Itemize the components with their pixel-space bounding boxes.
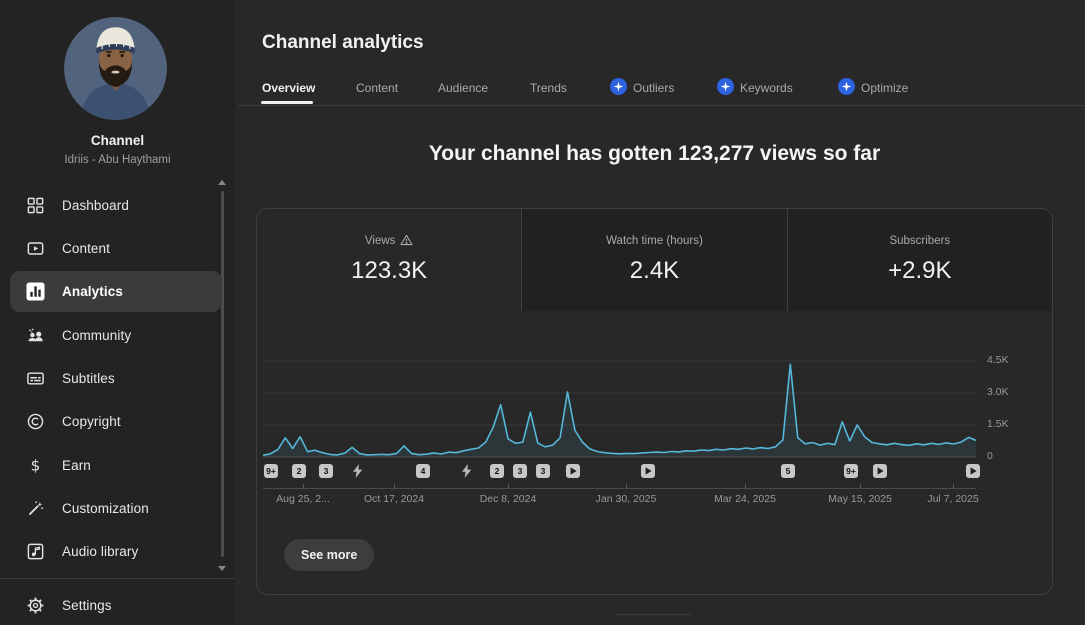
sidebar-item-customization[interactable]: Customization [0, 487, 235, 530]
audio-library-icon [25, 542, 45, 562]
y-tick-label: 1.5K [987, 418, 1009, 430]
x-tick-mark [394, 484, 395, 488]
sidebar-item-subtitles[interactable]: Subtitles [0, 357, 235, 400]
y-tick-label: 3.0K [987, 386, 1009, 398]
video-marker-play-icon[interactable] [566, 464, 580, 478]
metric-tabs: Views 123.3K Watch time (hours) 2.4K [257, 209, 1052, 311]
keywords-badge-icon [717, 78, 734, 98]
svg-text:$: $ [30, 456, 40, 474]
video-marker-count-icon[interactable]: 9+ [844, 464, 858, 478]
content-icon [25, 239, 45, 259]
x-tick-label: Aug 25, 2... [276, 493, 330, 505]
y-tick-label: 0 [987, 450, 993, 462]
sidebar-item-label: Content [62, 241, 110, 256]
x-tick-mark [303, 484, 304, 488]
metric-tab-watch-time[interactable]: Watch time (hours) 2.4K [521, 209, 786, 311]
sidebar-item-settings[interactable]: Settings [0, 584, 235, 625]
tabs-divider [238, 105, 1085, 106]
video-marker-count-icon[interactable]: 3 [536, 464, 550, 478]
tab-overview[interactable]: Overview [262, 80, 315, 96]
community-icon [25, 326, 45, 346]
analytics-card: Views 123.3K Watch time (hours) 2.4K [256, 208, 1053, 595]
customization-icon [25, 499, 45, 519]
earn-icon: $ [25, 456, 45, 476]
sidebar: Channel Idriis - Abu Haythami Dashboard … [0, 0, 235, 625]
x-tick-mark [626, 484, 627, 488]
x-tick-mark [745, 484, 746, 488]
active-tab-underline [261, 101, 313, 104]
sidebar-item-dashboard[interactable]: Dashboard [0, 184, 235, 227]
video-marker-count-icon[interactable]: 2 [292, 464, 306, 478]
copyright-icon [25, 412, 45, 432]
gear-icon [25, 596, 45, 616]
metric-tab-subscribers[interactable]: Subscribers +2.9K [787, 209, 1052, 311]
sidebar-item-content[interactable]: Content [0, 227, 235, 270]
tab-content[interactable]: Content [356, 80, 398, 96]
x-tick-mark [860, 484, 861, 488]
sidebar-item-audio-library[interactable]: Audio library [0, 530, 235, 573]
sidebar-item-label: Copyright [62, 414, 121, 429]
tab-keywords[interactable]: Keywords [717, 80, 793, 96]
x-tick-label: Mar 24, 2025 [714, 493, 776, 505]
views-value: 123.3K [257, 257, 521, 285]
tab-trends[interactable]: Trends [530, 80, 567, 96]
x-tick-label: Jul 7, 2025 [927, 493, 978, 505]
video-marker-short-icon[interactable] [460, 464, 474, 478]
sidebar-item-label: Subtitles [62, 371, 115, 386]
sidebar-divider [0, 578, 235, 579]
sidebar-item-label: Dashboard [62, 198, 129, 213]
channel-owner: Idriis - Abu Haythami [0, 154, 235, 166]
optimize-badge-icon [838, 78, 855, 98]
sidebar-item-analytics[interactable]: Analytics [0, 270, 235, 313]
views-line-chart[interactable] [263, 346, 976, 491]
x-tick-mark [508, 484, 509, 488]
subscribers-value: +2.9K [788, 257, 1052, 285]
views-chart: 4.5K 3.0K 1.5K 0 Aug 25, 2... Oct 17, 2024 De… [263, 346, 1051, 528]
tab-outliers[interactable]: Outliers [610, 80, 674, 96]
channel-avatar[interactable] [64, 17, 167, 120]
sidebar-item-community[interactable]: Community [0, 314, 235, 357]
video-marker-play-icon[interactable] [641, 464, 655, 478]
sidebar-item-label: Community [62, 328, 131, 343]
x-tick-mark [953, 484, 954, 488]
tab-optimize[interactable]: Optimize [838, 80, 908, 96]
subtitles-icon [25, 369, 45, 389]
x-tick-label: May 15, 2025 [828, 493, 892, 505]
outliers-badge-icon [610, 78, 627, 98]
youtube-studio-app: Channel Idriis - Abu Haythami Dashboard … [0, 0, 1085, 625]
analytics-icon [25, 282, 45, 302]
watch-time-value: 2.4K [522, 257, 786, 285]
dashboard-icon [25, 196, 45, 216]
metric-tab-views[interactable]: Views 123.3K [257, 209, 521, 311]
sidebar-item-label: Customization [62, 501, 149, 516]
sidebar-item-label: Audio library [62, 544, 138, 559]
x-tick-label: Oct 17, 2024 [364, 493, 424, 505]
see-more-button[interactable]: See more [284, 539, 374, 571]
x-axis-line [263, 488, 976, 489]
page-title: Channel analytics [262, 32, 424, 54]
sidebar-item-earn[interactable]: $ Earn [0, 444, 235, 487]
tab-audience[interactable]: Audience [438, 80, 488, 96]
sidebar-item-label: Earn [62, 458, 91, 473]
warning-icon [400, 234, 413, 249]
video-marker-play-icon[interactable] [873, 464, 887, 478]
video-marker-count-icon[interactable]: 3 [319, 464, 333, 478]
sidebar-item-label: Analytics [62, 284, 123, 299]
video-marker-count-icon[interactable]: 5 [781, 464, 795, 478]
video-marker-count-icon[interactable]: 2 [490, 464, 504, 478]
sidebar-item-copyright[interactable]: Copyright [0, 400, 235, 443]
channel-name: Channel [0, 133, 235, 148]
video-marker-short-icon[interactable] [351, 464, 365, 478]
x-tick-label: Jan 30, 2025 [596, 493, 657, 505]
video-marker-play-icon[interactable] [966, 464, 980, 478]
video-marker-count-icon[interactable]: 4 [416, 464, 430, 478]
next-card-edge [615, 614, 691, 615]
views-headline: Your channel has gotten 123,277 views so… [256, 142, 1053, 166]
sidebar-item-label: Settings [62, 598, 112, 613]
video-marker-count-icon[interactable]: 3 [513, 464, 527, 478]
x-tick-label: Dec 8, 2024 [480, 493, 537, 505]
video-marker-count-icon[interactable]: 9+ [264, 464, 278, 478]
y-tick-label: 4.5K [987, 354, 1009, 366]
avatar-photo [64, 17, 167, 120]
